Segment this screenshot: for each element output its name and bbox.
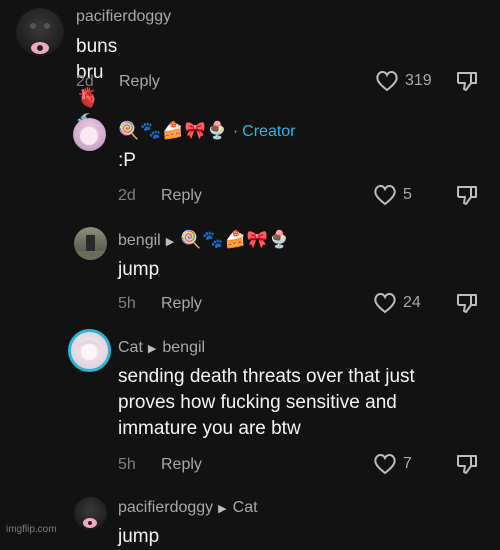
comment-meta: 5h Reply — [118, 456, 202, 474]
username[interactable]: pacifierdoggy — [76, 8, 171, 26]
timestamp: 5h — [118, 295, 136, 312]
comment-text: jump — [118, 259, 160, 280]
username[interactable]: 🍭🐾🍰🎀🍨 · Creator — [118, 121, 296, 141]
avatar[interactable] — [74, 227, 107, 260]
avatar[interactable] — [74, 497, 107, 530]
username[interactable]: pacifierdoggy ▶ Cat — [118, 499, 258, 517]
anime-avatar-icon — [78, 125, 101, 145]
separator-dot: · — [232, 123, 239, 140]
like-button[interactable]: 7 — [373, 453, 412, 475]
reply-button[interactable]: Reply — [119, 73, 160, 91]
timestamp: 2d — [118, 187, 136, 204]
heart-icon — [374, 454, 396, 475]
avatar[interactable] — [73, 118, 106, 151]
thumbs-down-icon — [457, 455, 477, 474]
dislike-button[interactable] — [456, 70, 478, 97]
username[interactable]: Cat ▶ bengil — [118, 339, 205, 357]
like-button[interactable]: 5 — [373, 184, 412, 206]
heart-icon — [374, 293, 396, 314]
thumbs-down-icon — [457, 186, 477, 205]
like-button[interactable]: 319 — [375, 70, 432, 92]
username-emojis: 🍭🐾🍰🎀🍨 — [118, 121, 229, 140]
anime-avatar-icon — [75, 340, 103, 360]
username-text: bengil — [118, 232, 161, 249]
reply-arrow-icon: ▶ — [218, 503, 227, 515]
username-text: pacifierdoggy — [118, 499, 214, 516]
comment-meta: 2d Reply — [76, 73, 160, 91]
reply-arrow-icon: ▶ — [147, 343, 157, 355]
like-count: 24 — [403, 294, 421, 311]
timestamp: 2d — [76, 73, 94, 90]
comment-meta: 5h Reply — [118, 295, 202, 313]
reply-button[interactable]: Reply — [161, 295, 202, 313]
heart-icon — [374, 185, 396, 206]
avatar[interactable] — [16, 8, 64, 56]
watermark: imgflip.com — [6, 524, 57, 535]
pacifier-icon — [30, 23, 50, 54]
dislike-button[interactable] — [456, 292, 478, 319]
creator-badge: Creator — [242, 123, 296, 140]
reply-arrow-icon: ▶ — [165, 236, 175, 248]
comment-meta: 2d Reply — [118, 187, 202, 205]
photo-avatar-icon — [74, 235, 107, 260]
thumbs-down-icon — [457, 72, 477, 91]
dislike-button[interactable] — [456, 184, 478, 211]
avatar[interactable] — [68, 329, 111, 372]
pacifier-icon — [83, 518, 97, 528]
reply-button[interactable]: Reply — [161, 456, 202, 474]
dislike-button[interactable] — [456, 453, 478, 480]
reply-to-emojis: 🍭🐾🍰🎀🍨 — [180, 230, 292, 249]
comment-text: sending death threats over that just pro… — [118, 366, 415, 439]
like-count: 319 — [405, 72, 432, 89]
reply-button[interactable]: Reply — [161, 187, 202, 205]
like-button[interactable]: 24 — [373, 292, 421, 314]
comment-text: jump — [118, 526, 160, 547]
username[interactable]: bengil ▶ 🍭🐾🍰🎀🍨 — [118, 230, 291, 250]
timestamp: 5h — [118, 456, 136, 473]
reply-to-username[interactable]: bengil — [162, 339, 205, 356]
comment-text: :P — [118, 150, 136, 171]
like-count: 7 — [403, 455, 412, 472]
like-count: 5 — [403, 186, 412, 203]
reply-to-username[interactable]: Cat — [233, 499, 258, 516]
heart-icon — [376, 71, 398, 92]
thumbs-down-icon — [457, 294, 477, 313]
username-text: Cat — [118, 339, 143, 356]
